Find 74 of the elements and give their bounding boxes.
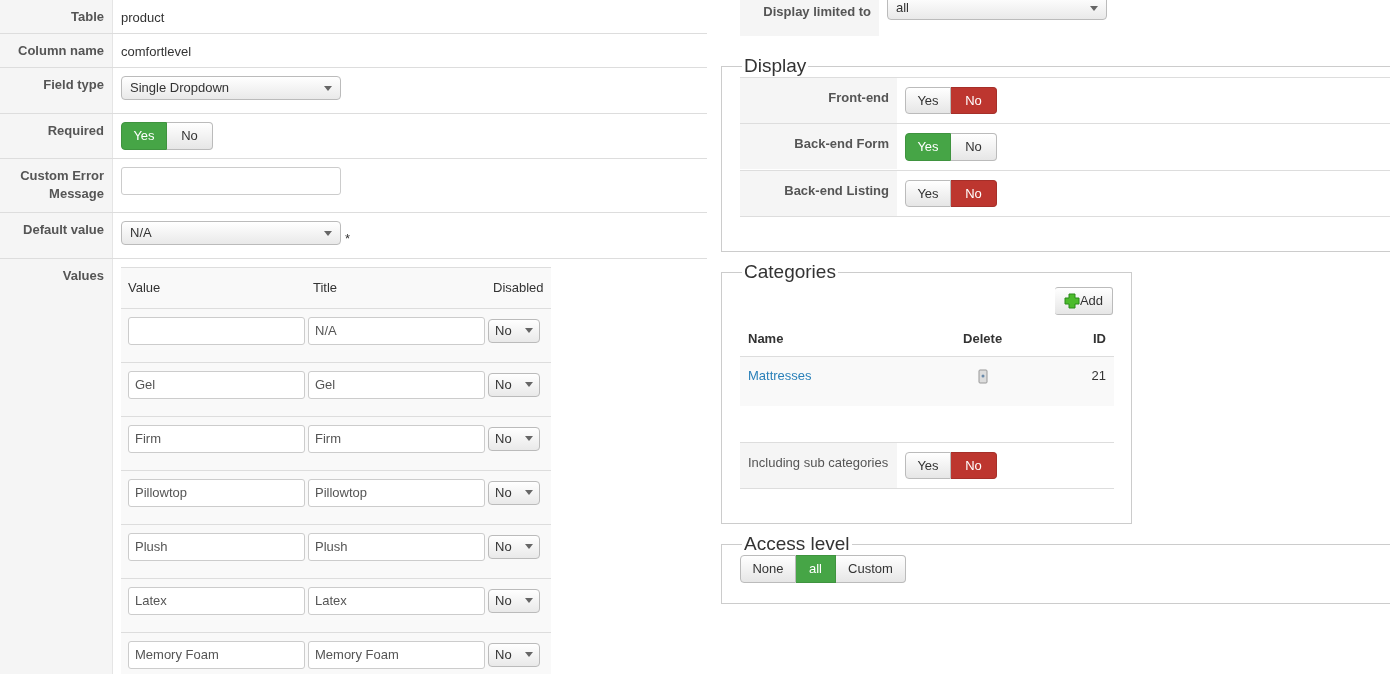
select-dropdown[interactable]: No [488,318,540,343]
field-label: Required [0,114,113,158]
input-field[interactable]: Pillowtop [308,478,485,507]
caret-icon [324,230,332,236]
input-field[interactable]: Pillowtop [128,478,305,507]
field-value: comfortlevel [121,43,192,61]
table-cell: 21 [1044,356,1114,406]
caret-icon [525,544,533,549]
select-dropdown[interactable]: No [488,642,540,667]
field-label: Back-end Listing [740,170,897,216]
input-field[interactable] [128,316,305,345]
field-label: Back-end Form [740,124,897,170]
section-legend: Access level [742,534,852,556]
select-dropdown[interactable]: No [488,588,540,613]
select-dropdown[interactable]: No [488,426,540,451]
input-field[interactable]: Latex [308,586,485,615]
category-link[interactable]: Mattresses [748,368,812,384]
column-header: Value [121,267,306,308]
column-header: Disabled [486,267,551,308]
caret-icon [324,85,332,91]
caret-icon [525,328,533,333]
input-field[interactable]: Plush [308,532,485,561]
section-legend: Display [742,56,809,77]
caret-icon [525,598,533,603]
field-label: Field type [0,68,113,113]
add-button[interactable]: Add [1055,287,1113,315]
select-dropdown[interactable]: Single Dropdown [121,76,341,100]
toggle-option[interactable]: No [167,122,213,150]
select-dropdown[interactable]: No [488,534,540,559]
caret-icon [1090,5,1098,11]
field-label: Custom Error Message [0,159,113,212]
field-label: Table [0,0,113,33]
input-field[interactable]: Firm [128,424,305,453]
input-field[interactable]: Gel [308,370,485,399]
toggle-option[interactable]: Yes [905,451,951,480]
caret-icon [525,436,533,441]
field-label: Values [0,259,113,674]
input-field[interactable] [121,167,341,195]
input-field[interactable]: Gel [128,370,305,399]
toggle-option[interactable]: Yes [905,86,951,115]
toggle-option[interactable]: No [951,86,997,115]
field-label: Default value [0,213,113,258]
input-field[interactable]: Firm [308,424,485,453]
toggle-option[interactable]: No [951,133,997,161]
toggle-option[interactable]: Yes [905,179,951,208]
toggle-option[interactable]: None [740,555,796,583]
toggle-option[interactable]: No [951,451,997,480]
plus-icon [1063,293,1080,310]
field-value: product [121,9,165,27]
input-field[interactable]: Memory Foam [128,640,305,669]
field-label: Display limited to [740,0,879,36]
required-mark: * [345,230,351,248]
input-field[interactable]: N/A [308,316,485,345]
toggle-option[interactable]: No [951,179,997,208]
select-dropdown[interactable]: No [488,480,540,505]
select-dropdown[interactable]: N/A [121,221,341,245]
field-label: Column name [0,34,113,67]
caret-icon [525,382,533,387]
caret-icon [525,652,533,657]
column-header: Delete [920,314,1045,357]
field-label: Including sub categories [740,442,897,488]
select-dropdown[interactable]: No [488,372,540,397]
trash-icon[interactable] [977,369,988,385]
input-field[interactable]: Latex [128,586,305,615]
input-field[interactable]: Memory Foam [308,640,485,669]
column-header: Name [740,314,921,357]
select-dropdown[interactable]: all [887,0,1107,20]
toggle-option[interactable]: Custom [836,555,906,583]
column-header: Title [306,267,486,308]
input-field[interactable]: Plush [128,532,305,561]
caret-icon [525,490,533,495]
field-label: Front-end [740,77,897,123]
column-header: ID [1044,314,1114,357]
section-legend: Categories [742,262,838,284]
